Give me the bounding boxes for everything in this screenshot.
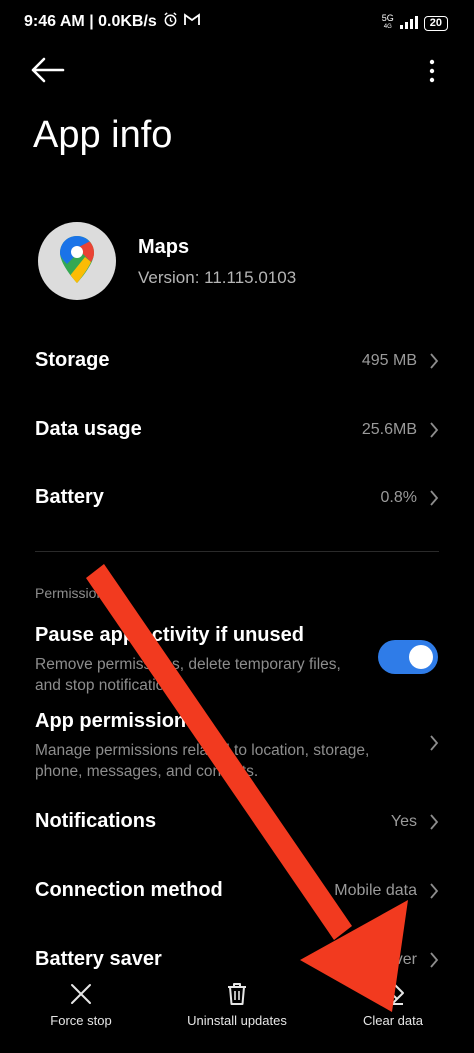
battery-value: 0.8%: [380, 489, 417, 506]
data-usage-row[interactable]: Data usage 25.6MB: [35, 418, 439, 448]
notifications-title: Notifications: [35, 810, 157, 832]
bottom-action-bar: Force stop Uninstall updates Clear data: [0, 973, 474, 1053]
top-bar: [0, 50, 474, 90]
connection-method-value: Mobile data: [334, 882, 417, 899]
battery-saver-title: Battery saver: [35, 948, 162, 970]
pause-app-activity-toggle[interactable]: [378, 640, 438, 674]
storage-row[interactable]: Storage 495 MB: [35, 349, 439, 379]
battery-indicator: 20: [423, 15, 448, 31]
maps-app-icon: [38, 222, 116, 300]
signal-icon: [399, 15, 418, 31]
battery-saver-value: Battery saver: [322, 951, 417, 968]
data-usage-title: Data usage: [35, 418, 142, 440]
force-stop-button[interactable]: Force stop: [16, 981, 146, 1041]
battery-title: Battery: [35, 486, 104, 508]
connection-method-row[interactable]: Connection method Mobile data: [35, 879, 439, 909]
uninstall-updates-label: Uninstall updates: [187, 1013, 287, 1028]
app-permissions-row[interactable]: App permissions Manage permissions relat…: [35, 710, 439, 782]
app-permissions-subtitle: Manage permissions related to location, …: [35, 742, 370, 780]
alarm-icon: [163, 12, 178, 32]
chevron-right-icon: [430, 490, 439, 506]
force-stop-label: Force stop: [50, 1013, 112, 1028]
status-time: 9:46 AM | 0.0KB/s: [24, 13, 157, 30]
chevron-right-icon: [430, 353, 439, 369]
chevron-right-icon: [430, 883, 439, 899]
uninstall-updates-button[interactable]: Uninstall updates: [172, 981, 302, 1041]
chevron-right-icon: [430, 422, 439, 438]
chevron-right-icon: [430, 735, 439, 751]
storage-value: 495 MB: [361, 352, 417, 369]
clear-data-button[interactable]: Clear data: [328, 981, 458, 1041]
trash-icon: [228, 983, 246, 1005]
more-options-button[interactable]: [424, 54, 440, 86]
gmail-icon: [183, 13, 200, 31]
eraser-icon: [382, 983, 404, 1005]
more-vert-icon: [429, 59, 435, 83]
section-divider: [35, 551, 439, 552]
connection-method-title: Connection method: [35, 879, 223, 901]
page-title: App info: [33, 114, 173, 156]
pause-app-activity-subtitle: Remove permissions, delete temporary fil…: [35, 656, 341, 694]
notifications-row[interactable]: Notifications Yes: [35, 810, 439, 840]
app-version: Version: 11.115.0103: [138, 268, 297, 287]
network-indicator: 5G 4G: [381, 13, 394, 31]
app-header: Maps Version: 11.115.0103: [38, 222, 438, 302]
permissions-section-label: Permissions: [35, 585, 112, 601]
chevron-right-icon: [430, 952, 439, 968]
notifications-value: Yes: [390, 813, 417, 830]
close-icon: [71, 984, 91, 1004]
chevron-right-icon: [430, 814, 439, 830]
back-button[interactable]: [30, 54, 66, 86]
battery-row[interactable]: Battery 0.8%: [35, 486, 439, 516]
status-bar: 9:46 AM | 0.0KB/s 5G 4G 20: [0, 0, 474, 44]
toggle-knob: [409, 645, 433, 669]
clear-data-label: Clear data: [363, 1013, 423, 1028]
data-usage-value: 25.6MB: [361, 421, 417, 438]
storage-title: Storage: [35, 349, 110, 371]
pause-app-activity-title: Pause app activity if unused: [35, 624, 304, 646]
app-name: Maps: [138, 236, 190, 258]
back-arrow-icon: [31, 57, 65, 83]
app-permissions-title: App permissions: [35, 710, 198, 732]
